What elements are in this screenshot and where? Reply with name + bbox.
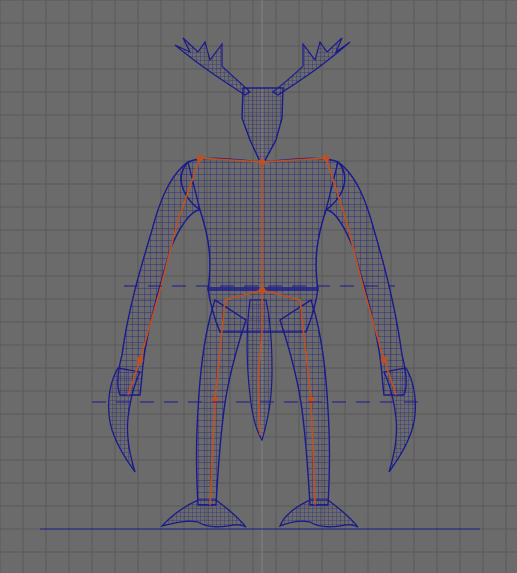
joint[interactable] bbox=[322, 154, 330, 162]
joint[interactable] bbox=[196, 154, 204, 162]
joint[interactable] bbox=[136, 356, 144, 364]
3d-viewport[interactable] bbox=[0, 0, 517, 573]
head[interactable] bbox=[241, 87, 284, 168]
joint[interactable] bbox=[380, 356, 388, 364]
foot-left[interactable] bbox=[160, 499, 247, 528]
torso[interactable] bbox=[180, 157, 346, 291]
joint[interactable] bbox=[258, 158, 266, 166]
joint[interactable] bbox=[258, 286, 266, 294]
claw-right[interactable] bbox=[383, 367, 416, 473]
antler-left[interactable] bbox=[174, 37, 251, 96]
foot-right[interactable] bbox=[278, 499, 359, 528]
antler-right[interactable] bbox=[271, 37, 351, 96]
claw-left[interactable] bbox=[108, 367, 141, 473]
arm-left[interactable] bbox=[117, 160, 201, 396]
viewport-canvas[interactable] bbox=[0, 0, 517, 573]
